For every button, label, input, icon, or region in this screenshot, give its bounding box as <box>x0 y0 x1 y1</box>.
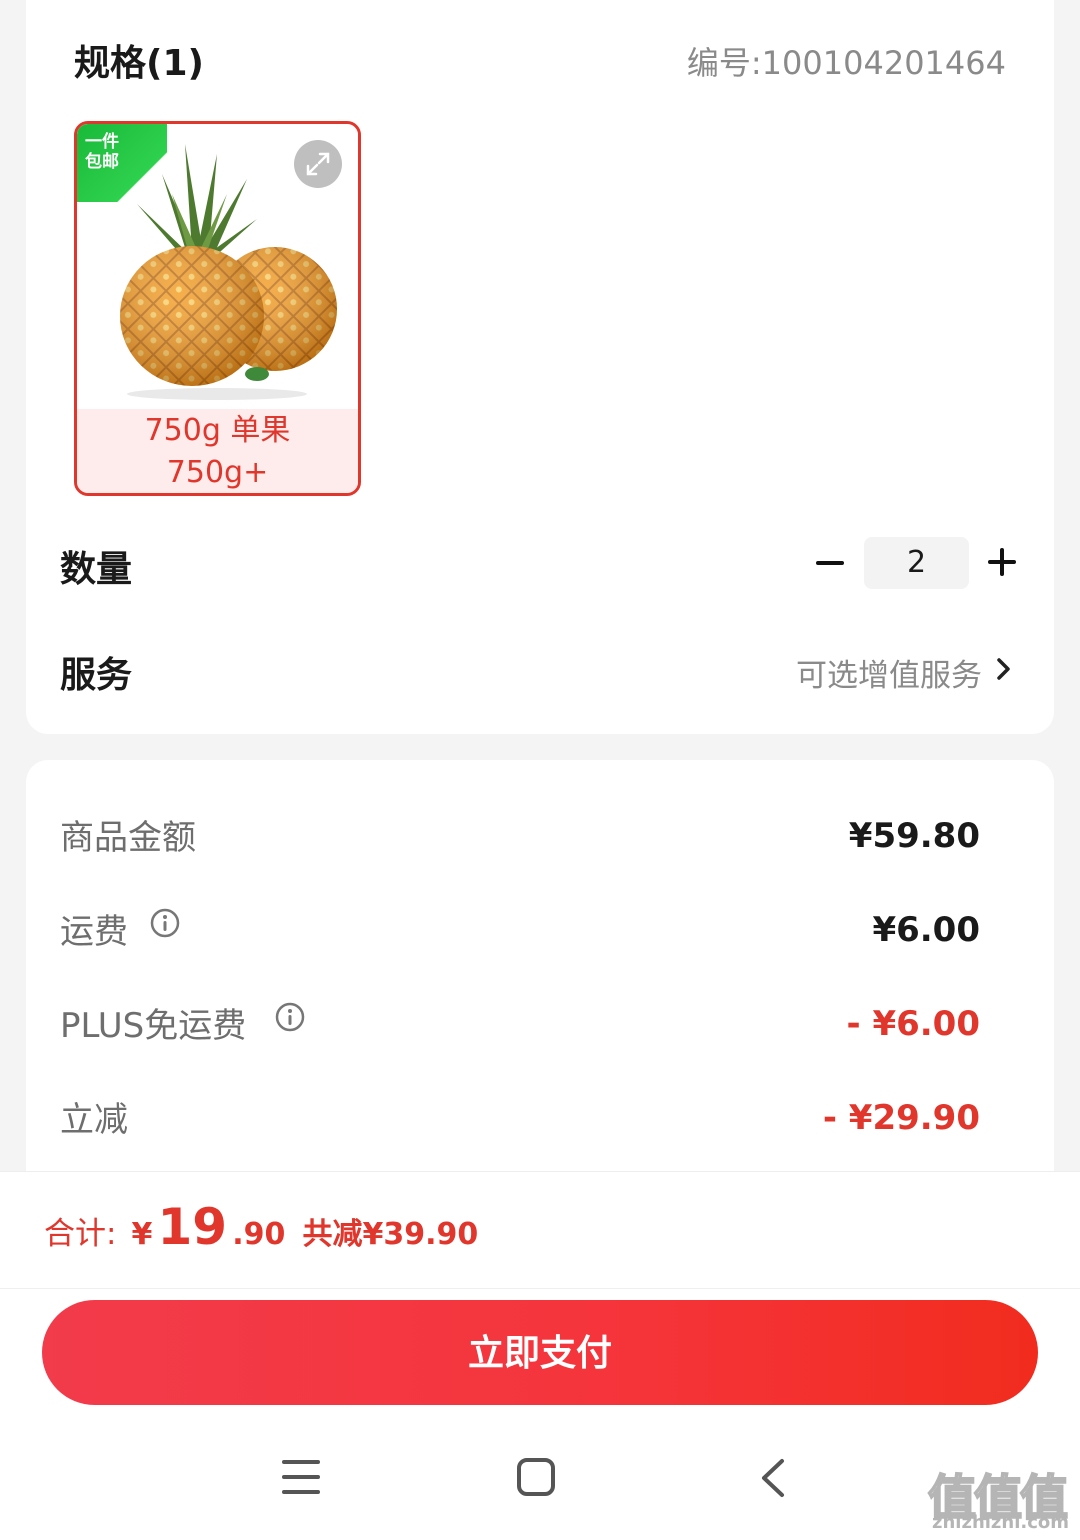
info-icon[interactable] <box>150 908 180 938</box>
service-hint[interactable]: 可选增值服务 <box>796 650 982 695</box>
chevron-right-icon[interactable] <box>994 652 1014 686</box>
spec-title: 规格(1) <box>74 43 204 84</box>
total-decimal: .90 <box>232 1217 286 1252</box>
watermark: 值值值 zhizhizhi.com <box>927 1458 1074 1536</box>
pay-now-button[interactable]: 立即支付 <box>42 1300 1038 1405</box>
instant-discount-label: 立减 <box>60 1100 128 1140</box>
shipping-value: ¥6.00 <box>872 910 980 950</box>
total-currency: ¥ <box>131 1217 153 1252</box>
spec-option-label: 750g 单果 750g+ <box>77 409 358 493</box>
total-saved: 共减¥39.90 <box>302 1217 479 1252</box>
service-label: 服务 <box>60 655 133 696</box>
badge-line-2: 包邮 <box>85 152 119 172</box>
product-options-card: 规格(1) 编号:100104201464 一件 包邮 750g 单果 750g… <box>26 0 1054 734</box>
price-summary-card: 商品金额 ¥59.80 运费 ¥6.00 PLUS免运费 - ¥6.00 立减 … <box>26 760 1054 1200</box>
shipping-label: 运费 <box>60 912 128 952</box>
quantity-label: 数量 <box>60 549 133 590</box>
free-shipping-badge: 一件 包邮 <box>77 124 167 202</box>
quantity-increase-button[interactable] <box>988 547 1018 577</box>
back-icon[interactable] <box>758 1457 788 1499</box>
divider <box>0 1288 1080 1289</box>
spec-option-750g[interactable]: 一件 包邮 750g 单果 750g+ <box>74 121 361 496</box>
product-code: 编号:100104201464 <box>686 44 1006 82</box>
total-line: 合计: ¥ 19 .90 共减¥39.90 <box>44 1198 478 1256</box>
quantity-input[interactable]: 2 <box>864 537 969 589</box>
expand-icon[interactable] <box>294 140 342 188</box>
goods-amount-label: 商品金额 <box>60 818 196 858</box>
minus-icon <box>816 561 844 565</box>
spec-option-name: 750g 单果 <box>144 413 291 448</box>
instant-discount-value: - ¥29.90 <box>822 1098 980 1138</box>
home-icon[interactable] <box>517 1458 555 1496</box>
plus-free-shipping-label: PLUS免运费 <box>60 1006 247 1046</box>
menu-icon[interactable] <box>282 1460 322 1496</box>
total-label: 合计: <box>44 1216 117 1252</box>
info-icon[interactable] <box>275 1002 305 1032</box>
plus-free-shipping-value: - ¥6.00 <box>846 1004 981 1044</box>
total-integer: 19 <box>157 1198 228 1256</box>
spec-option-weight: 750g+ <box>166 455 269 490</box>
quantity-decrease-button[interactable] <box>814 544 846 582</box>
watermark-url: zhizhizhi.com <box>932 1512 1070 1533</box>
goods-amount-value: ¥59.80 <box>848 816 980 856</box>
badge-line-1: 一件 <box>85 132 119 152</box>
